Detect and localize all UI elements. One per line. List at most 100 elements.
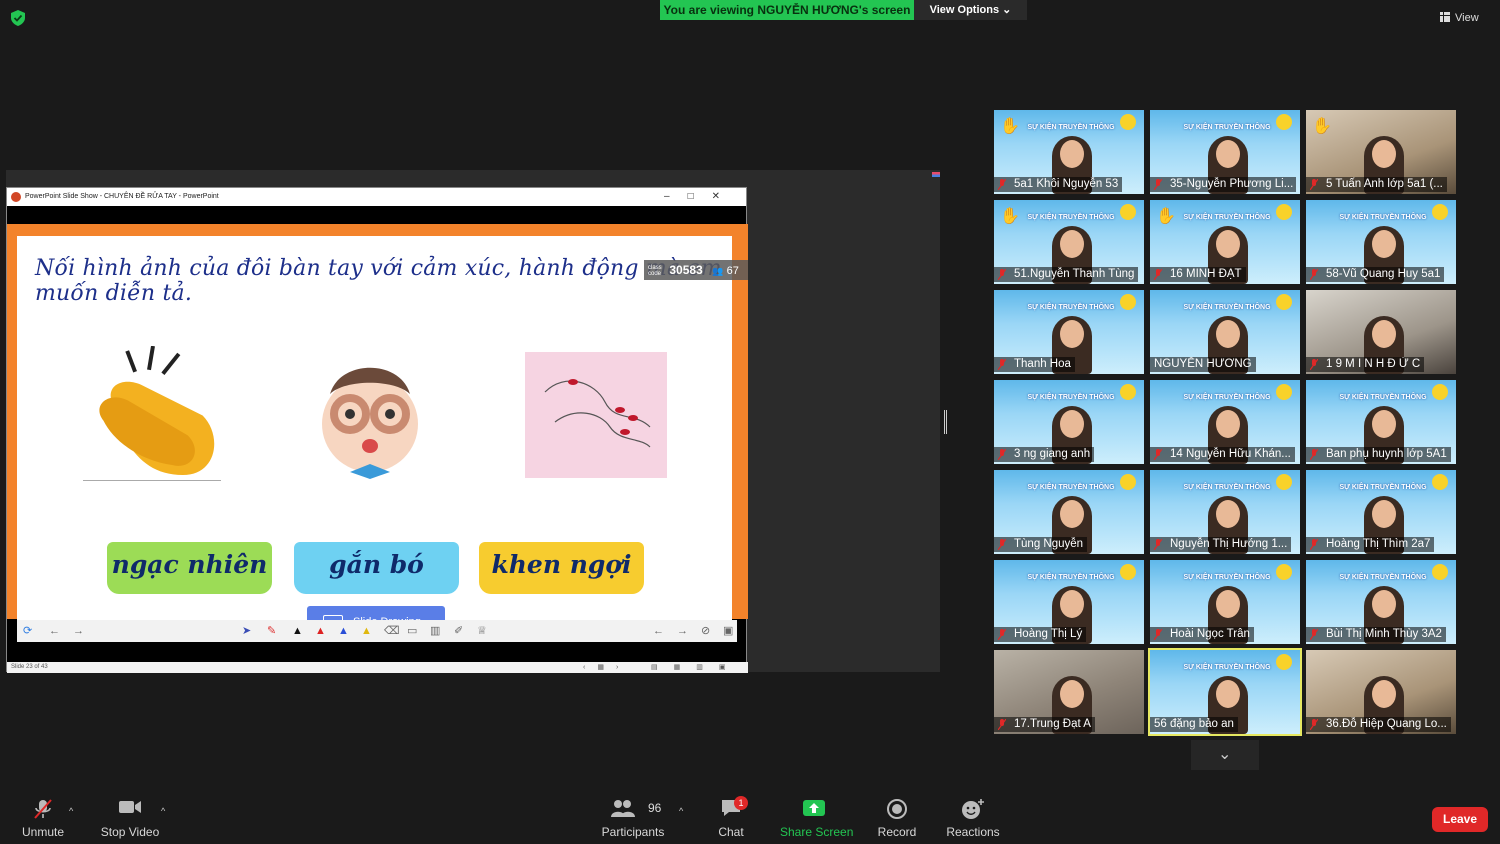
participant-tile[interactable]: SỰ KIỆN TRUYỀN THÔNG Hoài Ngọc Trân bbox=[1150, 560, 1300, 644]
reactions-button[interactable]: Reactions bbox=[944, 782, 1002, 844]
participant-tile[interactable]: SỰ KIỆN TRUYỀN THÔNG Thanh Hoa bbox=[994, 290, 1144, 374]
record-icon bbox=[887, 799, 907, 819]
tile-banner: SỰ KIỆN TRUYỀN THÔNG bbox=[1027, 394, 1115, 401]
person-face bbox=[1372, 680, 1396, 708]
shield-icon[interactable] bbox=[11, 10, 25, 26]
raised-hand-icon: ✋ bbox=[1312, 118, 1332, 135]
audio-options-caret-icon[interactable]: ^ bbox=[69, 806, 73, 816]
edit-icon[interactable]: ✐ bbox=[454, 620, 463, 642]
status-nav-icons[interactable]: ‹▦› bbox=[583, 662, 630, 673]
pointer-tool-icon[interactable]: ➤ bbox=[242, 620, 251, 642]
participant-name-bar: 35-Nguyễn Phương Li... bbox=[1150, 177, 1296, 192]
participant-tile[interactable]: SỰ KIỆN TRUYỀN THÔNG Nguyễn Thị Hướng 1..… bbox=[1150, 470, 1300, 554]
microphone-muted-icon bbox=[1154, 179, 1162, 190]
tile-banner: SỰ KIỆN TRUYỀN THÔNG bbox=[1183, 394, 1271, 401]
view-mode-icons[interactable]: ▤▦▥▣ bbox=[651, 662, 741, 673]
class-code-value: 30583 bbox=[669, 263, 703, 277]
participants-caret-icon[interactable]: ^ bbox=[679, 806, 683, 816]
person-face bbox=[1216, 410, 1240, 438]
pinky-promise-image[interactable] bbox=[525, 352, 667, 478]
highlighter-icon[interactable]: ▲ bbox=[361, 620, 372, 642]
fullscreen-icon[interactable]: ▣ bbox=[723, 620, 733, 642]
participant-tile[interactable]: SỰ KIỆN TRUYỀN THÔNG NGUYỄN HƯƠNG bbox=[1150, 290, 1300, 374]
participant-tile[interactable]: SỰ KIỆN TRUYỀN THÔNG 58-Vũ Quang Huy 5a1 bbox=[1306, 200, 1456, 284]
microphone-muted-icon bbox=[34, 799, 52, 819]
sun-icon bbox=[1120, 114, 1136, 130]
sun-icon bbox=[1276, 384, 1292, 400]
award-icon[interactable]: ♕ bbox=[477, 620, 487, 642]
participant-tile[interactable]: SỰ KIỆN TRUYỀN THÔNG Hoàng Thị Lý bbox=[994, 560, 1144, 644]
word-ribbon-1[interactable]: ngạc nhiên bbox=[107, 542, 272, 594]
clapping-hands-image[interactable] bbox=[83, 346, 221, 481]
view-button[interactable]: View bbox=[1440, 8, 1492, 28]
laser-tool-icon[interactable]: ✎ bbox=[267, 620, 276, 642]
participant-name-bar: 16 MINH ĐẠT bbox=[1150, 267, 1246, 282]
person-face bbox=[1060, 140, 1084, 168]
sun-icon bbox=[1276, 474, 1292, 490]
participant-tile[interactable]: SỰ KIỆN TRUYỀN THÔNG 56 đặng bảo an bbox=[1148, 648, 1302, 736]
chart-icon[interactable]: ▥ bbox=[430, 620, 440, 642]
participant-name: 35-Nguyễn Phương Li... bbox=[1170, 178, 1294, 190]
view-options-button[interactable]: View Options ⌄ bbox=[914, 0, 1027, 20]
person-face bbox=[1372, 320, 1396, 348]
chat-unread-badge: 1 bbox=[734, 796, 748, 810]
microphone-muted-icon bbox=[1154, 269, 1162, 280]
word-ribbon-2[interactable]: gắn bó bbox=[294, 542, 459, 594]
pen-black-icon[interactable]: ▲ bbox=[292, 620, 303, 642]
chat-button[interactable]: 1 Chat bbox=[710, 782, 752, 844]
participant-tile[interactable]: ✋ 5 Tuấn Anh lớp 5a1 (... bbox=[1306, 110, 1456, 194]
stop-video-button[interactable]: Stop Video bbox=[98, 782, 162, 844]
microphone-muted-icon bbox=[1310, 179, 1318, 190]
participant-tile[interactable]: SỰ KIỆN TRUYỀN THÔNG Tùng Nguyễn bbox=[994, 470, 1144, 554]
eraser-icon[interactable]: ⌫ bbox=[384, 620, 400, 642]
unmute-button[interactable]: Unmute bbox=[14, 782, 72, 844]
record-button[interactable]: Record bbox=[874, 782, 920, 844]
video-camera-icon bbox=[119, 801, 141, 813]
binocular-hands-face-image[interactable] bbox=[295, 354, 445, 479]
share-screen-button[interactable]: Share Screen bbox=[780, 782, 853, 844]
person-face bbox=[1216, 230, 1240, 258]
next-slide-icon[interactable]: → bbox=[677, 620, 688, 642]
prev-slide-icon[interactable]: ← bbox=[653, 620, 664, 642]
refresh-icon[interactable]: ⟳ bbox=[23, 620, 32, 642]
ppt-titlebar: PowerPoint Slide Show - CHUYÊN ĐỀ RỬA TA… bbox=[7, 188, 746, 206]
hide-icon[interactable]: ⊘ bbox=[701, 620, 710, 642]
participants-button[interactable]: 96 Participants bbox=[600, 782, 666, 844]
sun-icon bbox=[1120, 294, 1136, 310]
ppt-window-title: PowerPoint Slide Show - CHUYÊN ĐỀ RỬA TA… bbox=[25, 193, 219, 200]
participant-tile[interactable]: SỰ KIỆN TRUYỀN THÔNG ✋ 16 MINH ĐẠT bbox=[1150, 200, 1300, 284]
pen-blue-icon[interactable]: ▲ bbox=[338, 620, 349, 642]
window-controls[interactable]: –□✕ bbox=[664, 188, 738, 206]
class-code-label: class code bbox=[648, 264, 662, 277]
whiteboard-icon[interactable]: ▭ bbox=[407, 620, 417, 642]
participant-name-bar: NGUYỄN HƯƠNG bbox=[1150, 357, 1256, 372]
split-resize-handle[interactable] bbox=[944, 410, 947, 434]
participant-tile[interactable]: SỰ KIỆN TRUYỀN THÔNG ✋ 51.Nguyễn Thanh Tùn… bbox=[994, 200, 1144, 284]
video-options-caret-icon[interactable]: ^ bbox=[161, 806, 165, 816]
participant-tile[interactable]: SỰ KIỆN TRUYỀN THÔNG Hoàng Thị Thìm 2a7 bbox=[1306, 470, 1456, 554]
sun-icon bbox=[1120, 384, 1136, 400]
tile-banner: SỰ KIỆN TRUYỀN THÔNG bbox=[1027, 304, 1115, 311]
participant-tile[interactable]: SỰ KIỆN TRUYỀN THÔNG 14 Nguyễn Hữu Khán..… bbox=[1150, 380, 1300, 464]
person-face bbox=[1216, 680, 1240, 708]
participant-tile[interactable]: SỰ KIỆN TRUYỀN THÔNG ✋ 5a1 Khôi Nguyễn 53 bbox=[994, 110, 1144, 194]
participant-name: 51.Nguyễn Thanh Tùng bbox=[1014, 268, 1135, 280]
word-ribbon-3[interactable]: khen ngợi bbox=[479, 542, 644, 594]
participant-tile[interactable]: 36.Đỗ Hiệp Quang Lo... bbox=[1306, 650, 1456, 734]
pen-red-icon[interactable]: ▲ bbox=[315, 620, 326, 642]
participant-tile[interactable]: SỰ KIỆN TRUYỀN THÔNG Bùi Thị Minh Thùy 3A… bbox=[1306, 560, 1456, 644]
microphone-muted-icon bbox=[998, 449, 1006, 460]
participant-tile[interactable]: 17.Trung Đạt A bbox=[994, 650, 1144, 734]
forward-arrow-icon[interactable]: → bbox=[73, 620, 84, 642]
participant-tile[interactable]: SỰ KIỆN TRUYỀN THÔNG 35-Nguyễn Phương Li.… bbox=[1150, 110, 1300, 194]
leave-button[interactable]: Leave bbox=[1432, 807, 1488, 832]
back-arrow-icon[interactable]: ← bbox=[49, 620, 60, 642]
participant-name: 1 9 M I N H Đ Ứ C bbox=[1326, 358, 1421, 370]
gallery-next-page-button[interactable]: ⌄ bbox=[1191, 740, 1259, 770]
person-face bbox=[1060, 680, 1084, 708]
participant-tile[interactable]: SỰ KIỆN TRUYỀN THÔNG 3 ng giang anh bbox=[994, 380, 1144, 464]
participant-tile[interactable]: 1 9 M I N H Đ Ứ C bbox=[1306, 290, 1456, 374]
slide: Nối hình ảnh của đôi bàn tay với cảm xúc… bbox=[17, 236, 732, 639]
microphone-muted-icon bbox=[1154, 449, 1162, 460]
participant-tile[interactable]: SỰ KIỆN TRUYỀN THÔNG Ban phụ huynh lớp 5A… bbox=[1306, 380, 1456, 464]
